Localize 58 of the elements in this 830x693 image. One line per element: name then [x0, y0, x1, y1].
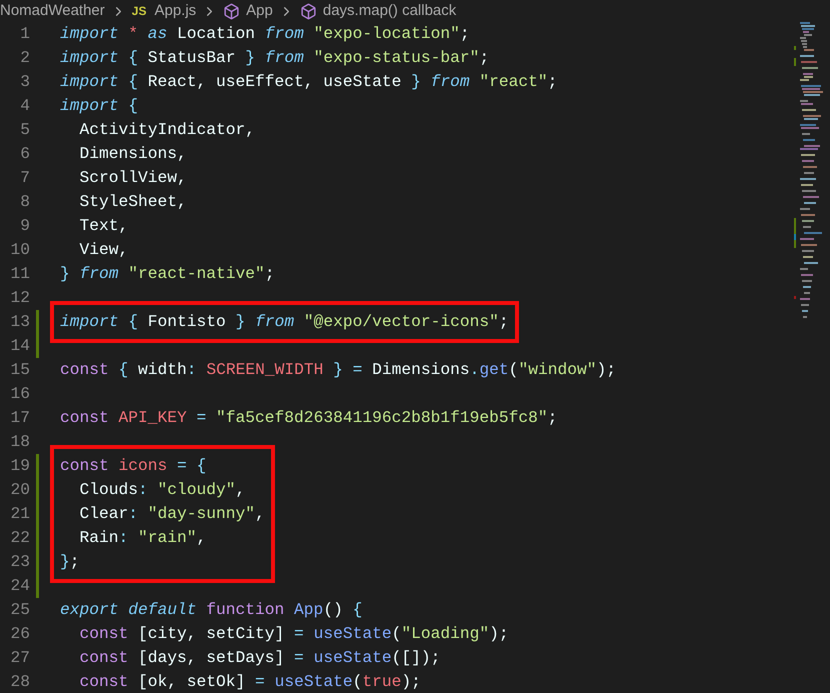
line-number: 24: [9, 575, 30, 597]
line-number: 28: [9, 671, 30, 693]
line-number: 21: [9, 503, 30, 525]
code-line: const API_KEY = "fa5cef8d263841196c2b8b1f19eb5fc8";: [60, 407, 558, 429]
code-line: Text,: [78, 215, 128, 237]
code-line: const [days, setDays] = useState([]);: [78, 647, 440, 669]
code-line: Dimensions,: [78, 143, 187, 165]
code-line: ScrollView,: [78, 167, 187, 189]
line-number: 7: [19, 167, 30, 189]
line-number: 22: [9, 527, 30, 549]
code-line: import * as Location from "expo-location";: [60, 23, 470, 45]
breadcrumb-item[interactable]: days.map() callback: [322, 0, 456, 22]
code-line: export default function App() {: [60, 599, 362, 621]
code-line: StyleSheet,: [78, 191, 187, 213]
cube-icon: [300, 2, 317, 20]
code-line: import { StatusBar } from "expo-status-bar";: [60, 47, 490, 69]
code-line: const [city, setCity] = useState("Loading");: [78, 623, 509, 645]
line-number: 4: [19, 95, 30, 117]
line-number: 18: [9, 431, 30, 453]
js-file-icon: JS: [132, 2, 146, 20]
code-line: Rain: "rain",: [78, 527, 206, 549]
code-line: const { width: SCREEN_WIDTH } = Dimensions.get("window");: [60, 359, 616, 381]
code-line: };: [60, 551, 80, 573]
code-line: View,: [78, 239, 128, 261]
line-number: 8: [19, 191, 30, 213]
line-number: 6: [19, 143, 30, 165]
line-number: 15: [9, 359, 30, 381]
line-number: 3: [19, 71, 30, 93]
code-line: import { Fontisto } from "@expo/vector-icons";: [60, 311, 509, 333]
line-number: 26: [9, 623, 30, 645]
line-number: 12: [9, 287, 30, 309]
code-line: Clouds: "cloudy",: [78, 479, 246, 501]
line-number: 16: [9, 383, 30, 405]
code-line: const icons = {: [60, 455, 206, 477]
line-number: 20: [9, 479, 30, 501]
line-number: 9: [19, 215, 30, 237]
cube-icon: [223, 2, 240, 20]
code-line: Clear: "day-sunny",: [78, 503, 265, 525]
line-number: 5: [19, 119, 30, 141]
line-number: 25: [9, 599, 30, 621]
line-number: 19: [9, 455, 30, 477]
code-line: const [ok, setOk] = useState(true);: [78, 671, 421, 693]
breadcrumb-item[interactable]: NomadWeather: [0, 0, 105, 22]
line-number: 2: [19, 47, 30, 69]
line-number: 11: [9, 263, 30, 285]
line-number: 14: [9, 335, 30, 357]
breadcrumb-item[interactable]: App: [246, 0, 273, 22]
breadcrumb-item[interactable]: App.js: [154, 0, 196, 22]
code-line: import { React, useEffect, useState } from "react";: [60, 71, 558, 93]
code-line: } from "react-native";: [60, 263, 275, 285]
code-line: import {: [60, 95, 138, 117]
line-number: 27: [9, 647, 30, 669]
line-number: 13: [9, 311, 30, 333]
line-number: 1: [19, 23, 30, 45]
line-number: 23: [9, 551, 30, 573]
line-number: 17: [9, 407, 30, 429]
line-number: 10: [9, 239, 30, 261]
code-line: ActivityIndicator,: [78, 119, 256, 141]
